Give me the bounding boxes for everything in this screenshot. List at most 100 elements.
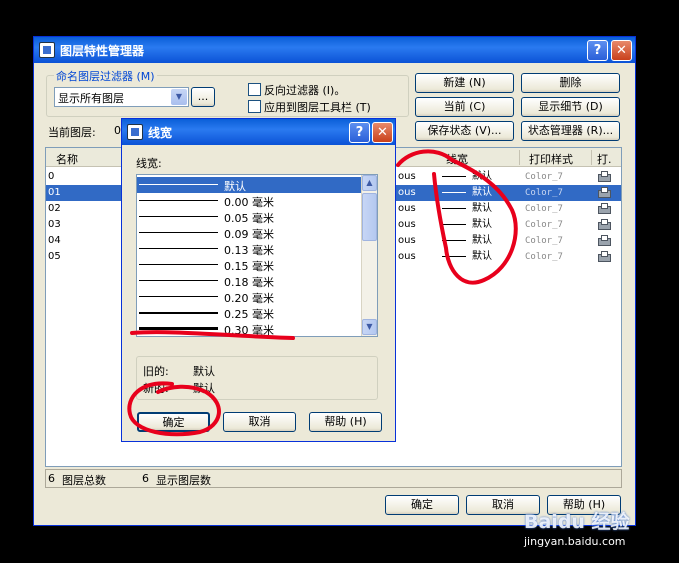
chevron-down-icon[interactable]: ▼ bbox=[171, 89, 187, 105]
lineweight-sample bbox=[442, 208, 466, 209]
invert-filter-checkbox[interactable] bbox=[248, 83, 261, 96]
lineweight-sample bbox=[139, 248, 218, 249]
printer-icon[interactable] bbox=[598, 203, 611, 214]
layer-linetype: ous bbox=[398, 251, 416, 262]
printer-icon[interactable] bbox=[598, 171, 611, 182]
filter-select-value: 显示所有图层 bbox=[58, 92, 124, 105]
lineweight-list[interactable]: 默认 0.00 毫米 0.05 毫米 0.09 毫米 0.13 毫米 0.15 … bbox=[136, 174, 378, 337]
scroll-thumb[interactable] bbox=[362, 193, 377, 241]
list-item[interactable]: 默认 bbox=[137, 177, 377, 193]
layer-plotstyle: Color_7 bbox=[525, 252, 563, 262]
set-current-button[interactable]: 当前 (C) bbox=[415, 97, 514, 117]
lineweight-item-label: 默认 bbox=[224, 180, 246, 193]
scroll-up-icon[interactable]: ▲ bbox=[362, 175, 377, 191]
dialog-help-button[interactable]: 帮助 (H) bbox=[309, 412, 382, 432]
list-item[interactable]: 0.18 毫米 bbox=[137, 273, 377, 289]
layer-lineweight[interactable]: 默认 bbox=[472, 249, 492, 265]
layer-manager-titlebar[interactable]: 图层特性管理器 ? ✕ bbox=[34, 37, 635, 63]
layer-lineweight[interactable]: 默认 bbox=[472, 217, 492, 233]
list-item[interactable]: 0.13 毫米 bbox=[137, 241, 377, 257]
list-item[interactable]: 0.09 毫米 bbox=[137, 225, 377, 241]
layer-linetype: ous bbox=[398, 187, 416, 198]
save-state-button[interactable]: 保存状态 (V)... bbox=[415, 121, 514, 141]
lineweight-sample bbox=[139, 327, 218, 330]
ok-button[interactable]: 确定 bbox=[385, 495, 459, 515]
printer-icon[interactable] bbox=[598, 187, 611, 198]
state-manager-button[interactable]: 状态管理器 (R)... bbox=[521, 121, 620, 141]
layer-linetype: ous bbox=[398, 235, 416, 246]
printer-icon[interactable] bbox=[598, 235, 611, 246]
old-new-group: 旧的: 默认 新的: 默认 bbox=[136, 356, 378, 400]
lineweight-sample bbox=[139, 296, 218, 297]
watermark: Baidu 经验 jingyan.baidu.com bbox=[518, 505, 678, 560]
list-item[interactable]: 0.30 毫米 bbox=[137, 321, 377, 337]
list-item[interactable]: 0.05 毫米 bbox=[137, 209, 377, 225]
app-icon bbox=[39, 42, 55, 58]
lineweight-sample bbox=[139, 312, 218, 314]
layer-linetype: ous bbox=[398, 171, 416, 182]
lineweight-dialog: 线宽 ? ✕ 线宽: 默认 0.00 毫米 0.05 毫米 0.09 毫米 0.… bbox=[121, 118, 396, 442]
new-label: 新的: bbox=[143, 382, 169, 395]
layer-lineweight[interactable]: 默认 bbox=[472, 185, 492, 201]
shown-layer-label: 显示图层数 bbox=[156, 474, 211, 487]
dialog-close-icon[interactable]: ✕ bbox=[372, 122, 393, 143]
dialog-help-icon[interactable]: ? bbox=[349, 122, 370, 143]
layer-name: 04 bbox=[48, 235, 61, 246]
lineweight-item-label: 0.18 毫米 bbox=[224, 276, 274, 289]
lineweight-item-label: 0.20 毫米 bbox=[224, 292, 274, 305]
lineweight-item-label: 0.00 毫米 bbox=[224, 196, 274, 209]
total-layer-count: 6 bbox=[48, 472, 55, 485]
layer-linetype: ous bbox=[398, 219, 416, 230]
printer-icon[interactable] bbox=[598, 219, 611, 230]
filter-select[interactable]: 显示所有图层 ▼ bbox=[54, 87, 189, 107]
dialog-app-icon bbox=[127, 124, 143, 140]
layer-lineweight[interactable]: 默认 bbox=[472, 169, 492, 185]
lineweight-sample bbox=[442, 192, 466, 193]
lineweight-sample bbox=[139, 216, 218, 217]
col-plotstyle-header[interactable]: 打印样式 bbox=[529, 151, 573, 167]
list-item[interactable]: 0.20 毫米 bbox=[137, 289, 377, 305]
col-lineweight-header[interactable]: 线宽 bbox=[446, 151, 468, 167]
list-item[interactable]: 0.15 毫米 bbox=[137, 257, 377, 273]
window-title: 图层特性管理器 bbox=[60, 44, 145, 58]
layer-name: 02 bbox=[48, 203, 61, 214]
filter-more-button[interactable]: ... bbox=[191, 87, 215, 107]
new-value: 默认 bbox=[193, 382, 215, 395]
scroll-down-icon[interactable]: ▼ bbox=[362, 319, 377, 335]
close-icon[interactable]: ✕ bbox=[611, 40, 632, 61]
layer-lineweight[interactable]: 默认 bbox=[472, 201, 492, 217]
lineweight-item-label: 0.30 毫米 bbox=[224, 324, 274, 337]
lineweight-item-label: 0.05 毫米 bbox=[224, 212, 274, 225]
col-plot-header[interactable]: 打. bbox=[597, 151, 612, 167]
dialog-ok-button[interactable]: 确定 bbox=[137, 412, 210, 432]
layer-plotstyle: Color_7 bbox=[525, 236, 563, 246]
apply-toolbar-label: 应用到图层工具栏 (T) bbox=[264, 101, 371, 114]
old-label: 旧的: bbox=[143, 365, 169, 378]
new-layer-button[interactable]: 新建 (N) bbox=[415, 73, 514, 93]
layer-lineweight[interactable]: 默认 bbox=[472, 233, 492, 249]
lineweight-sample bbox=[139, 280, 218, 281]
delete-layer-button[interactable]: 删除 bbox=[521, 73, 620, 93]
shown-layer-count: 6 bbox=[142, 472, 149, 485]
layer-plotstyle: Color_7 bbox=[525, 188, 563, 198]
current-layer-label: 当前图层: bbox=[48, 126, 96, 139]
lineweight-scrollbar[interactable]: ▲ ▼ bbox=[361, 175, 377, 336]
lineweight-dialog-titlebar[interactable]: 线宽 ? ✕ bbox=[122, 119, 395, 145]
apply-toolbar-checkbox[interactable] bbox=[248, 100, 261, 113]
help-icon[interactable]: ? bbox=[587, 40, 608, 61]
list-item[interactable]: 0.25 毫米 bbox=[137, 305, 377, 321]
lineweight-sample bbox=[139, 232, 218, 233]
filter-group-label: 命名图层过滤器 (M) bbox=[54, 68, 157, 84]
lineweight-list-label: 线宽: bbox=[136, 157, 162, 170]
list-item[interactable]: 0.00 毫米 bbox=[137, 193, 377, 209]
col-name-header[interactable]: 名称 bbox=[56, 151, 78, 167]
dialog-cancel-button[interactable]: 取消 bbox=[223, 412, 296, 432]
lineweight-sample bbox=[139, 200, 218, 201]
show-details-button[interactable]: 显示细节 (D) bbox=[521, 97, 620, 117]
old-value: 默认 bbox=[193, 365, 215, 378]
lineweight-sample bbox=[442, 256, 466, 257]
printer-icon[interactable] bbox=[598, 251, 611, 262]
total-layer-label: 图层总数 bbox=[62, 474, 106, 487]
layer-name: 05 bbox=[48, 251, 61, 262]
layer-plotstyle: Color_7 bbox=[525, 220, 563, 230]
